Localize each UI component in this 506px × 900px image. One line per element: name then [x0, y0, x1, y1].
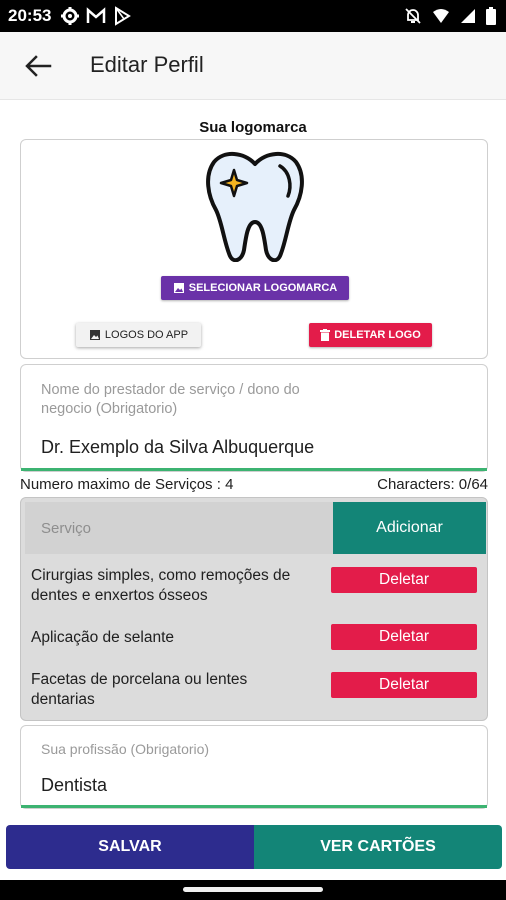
- status-bar: 20:53: [0, 0, 506, 32]
- provider-name-field[interactable]: Nome do prestador de serviço / dono do n…: [20, 364, 488, 472]
- back-button[interactable]: [22, 52, 54, 80]
- bottom-action-bar: SALVAR VER CARTÕES: [0, 818, 506, 880]
- provider-name-placeholder-line1: Nome do prestador de serviço / dono do: [41, 382, 300, 398]
- view-cards-button[interactable]: VER CARTÕES: [254, 825, 502, 869]
- select-logo-label: SELECIONAR LOGOMARCA: [188, 282, 338, 294]
- service-input-placeholder: Serviço: [41, 520, 92, 537]
- wifi-icon: [433, 9, 449, 23]
- system-nav-bar: [0, 880, 506, 900]
- tooth-logo-image: [206, 152, 304, 262]
- service-input[interactable]: Serviço: [25, 502, 333, 554]
- app-logos-label: LOGOS DO APP: [104, 329, 189, 341]
- app-bar: Editar Perfil: [0, 32, 506, 100]
- delete-logo-button[interactable]: DELETAR LOGO: [309, 323, 432, 347]
- profession-placeholder: Sua profissão (Obrigatorio): [41, 741, 210, 757]
- max-services-counter: Numero maximo de Serviços : 4: [20, 476, 234, 493]
- services-card: Serviço Adicionar Cirurgias simples, com…: [20, 497, 488, 721]
- image-icon: [89, 330, 100, 340]
- provider-name-placeholder-line2: negocio (Obrigatorio): [41, 401, 178, 417]
- provider-name-value[interactable]: Dr. Exemplo da Silva Albuquerque: [41, 437, 314, 458]
- delete-logo-label: DELETAR LOGO: [334, 329, 421, 341]
- trash-icon: [320, 329, 331, 341]
- gmail-icon: [86, 7, 106, 23]
- gear-icon: [61, 7, 79, 25]
- home-gesture-handle[interactable]: [183, 887, 323, 892]
- battery-icon: [486, 7, 496, 25]
- signal-icon: [461, 9, 475, 23]
- status-time: 20:53: [8, 6, 52, 25]
- service-item-text: Aplicação de selante: [31, 629, 175, 646]
- field-underline: [21, 805, 487, 808]
- page-title: Editar Perfil: [90, 52, 204, 77]
- counter-row: Numero maximo de Serviços : 4 Characters…: [20, 476, 488, 493]
- logo-card: SELECIONAR LOGOMARCA LOGOS DO APP DELETA…: [20, 139, 488, 359]
- app-logos-button[interactable]: LOGOS DO APP: [76, 323, 201, 347]
- characters-counter: Characters: 0/64: [377, 476, 488, 493]
- service-item-text: Cirurgias simples, como remoções de dent…: [31, 567, 291, 604]
- field-underline: [21, 468, 487, 471]
- select-logo-button[interactable]: SELECIONAR LOGOMARCA: [161, 276, 349, 300]
- delete-service-button[interactable]: Deletar: [331, 624, 477, 650]
- play-store-icon: [115, 6, 131, 26]
- add-service-button[interactable]: Adicionar: [333, 502, 486, 554]
- profession-value[interactable]: Dentista: [41, 775, 107, 796]
- service-item-text: Facetas de porcelana ou lentes dentarias: [31, 671, 248, 708]
- save-button[interactable]: SALVAR: [6, 825, 254, 869]
- delete-service-button[interactable]: Deletar: [331, 567, 477, 593]
- delete-service-button[interactable]: Deletar: [331, 672, 477, 698]
- image-icon: [173, 283, 184, 293]
- notifications-off-icon: [405, 8, 421, 24]
- arrow-back-icon: [25, 55, 52, 77]
- logo-section-label: Sua logomarca: [199, 119, 307, 136]
- profession-field[interactable]: Sua profissão (Obrigatorio) Dentista: [20, 725, 488, 809]
